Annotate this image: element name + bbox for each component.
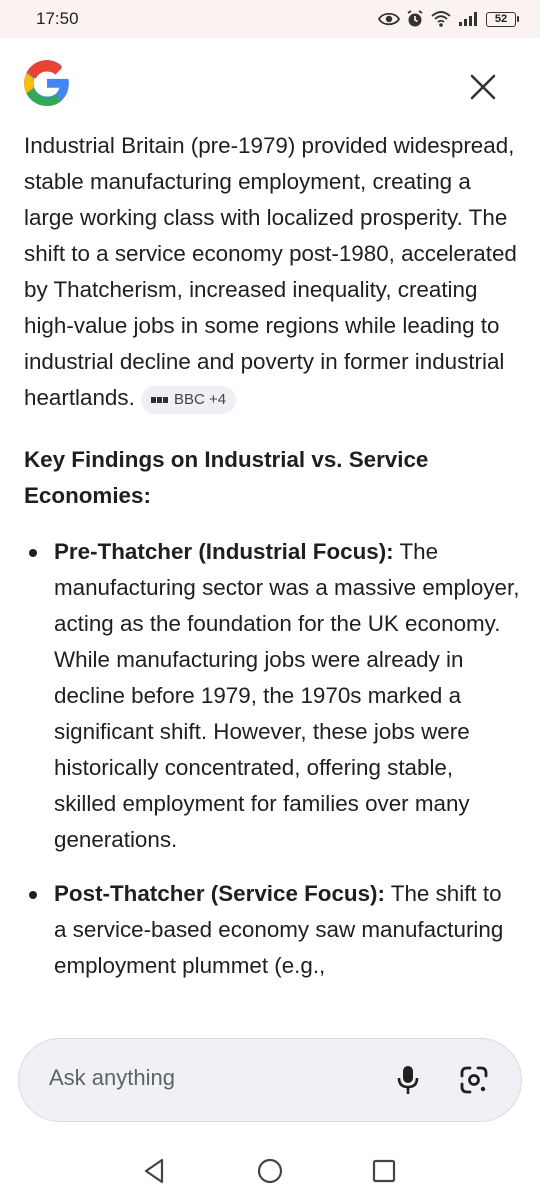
answer-content: Industrial Britain (pre-1979) provided w… xyxy=(24,128,520,1002)
back-button[interactable] xyxy=(137,1154,171,1188)
top-bar xyxy=(0,50,540,130)
status-time: 17:50 xyxy=(36,9,79,28)
google-lens-icon xyxy=(460,1066,488,1094)
recents-square-icon xyxy=(372,1159,396,1183)
source-chip[interactable]: BBC +4 xyxy=(141,386,237,414)
bullet-title: Post-Thatcher (Service Focus): xyxy=(54,881,385,906)
close-icon xyxy=(470,74,496,100)
bullet-title: Pre-Thatcher (Industrial Focus): xyxy=(54,539,394,564)
intro-text: Industrial Britain (pre-1979) provided w… xyxy=(24,133,517,410)
findings-list: Pre-Thatcher (Industrial Focus): The man… xyxy=(24,534,520,984)
battery-icon: 52 xyxy=(486,11,519,27)
status-bar: 17:50 52 xyxy=(0,0,540,38)
section-heading: Key Findings on Industrial vs. Service E… xyxy=(24,447,429,508)
eye-icon xyxy=(378,12,400,26)
lens-button[interactable] xyxy=(453,1059,495,1101)
signal-icon xyxy=(459,12,477,26)
back-triangle-icon xyxy=(144,1158,164,1184)
bbc-logo-icon xyxy=(151,397,169,403)
source-chip-label: BBC +4 xyxy=(174,391,227,408)
google-g-icon xyxy=(24,60,69,106)
close-button[interactable] xyxy=(462,66,504,108)
system-nav-bar xyxy=(0,1140,540,1200)
alarm-icon xyxy=(407,10,423,27)
list-item: Pre-Thatcher (Industrial Focus): The man… xyxy=(24,534,520,858)
wifi-icon xyxy=(431,11,451,27)
recents-button[interactable] xyxy=(367,1154,401,1188)
ask-input-placeholder[interactable]: Ask anything xyxy=(49,1065,175,1091)
status-icons: 52 xyxy=(378,10,519,28)
list-item: Post-Thatcher (Service Focus): The shift… xyxy=(24,876,520,984)
ask-input-bar[interactable]: Ask anything xyxy=(18,1038,522,1122)
intro-paragraph: Industrial Britain (pre-1979) provided w… xyxy=(24,128,520,416)
mic-button[interactable] xyxy=(387,1059,429,1101)
home-button[interactable] xyxy=(253,1154,287,1188)
home-circle-icon xyxy=(257,1158,283,1184)
mic-icon xyxy=(397,1066,419,1094)
bullet-text: The manufacturing sector was a massive e… xyxy=(54,539,520,852)
